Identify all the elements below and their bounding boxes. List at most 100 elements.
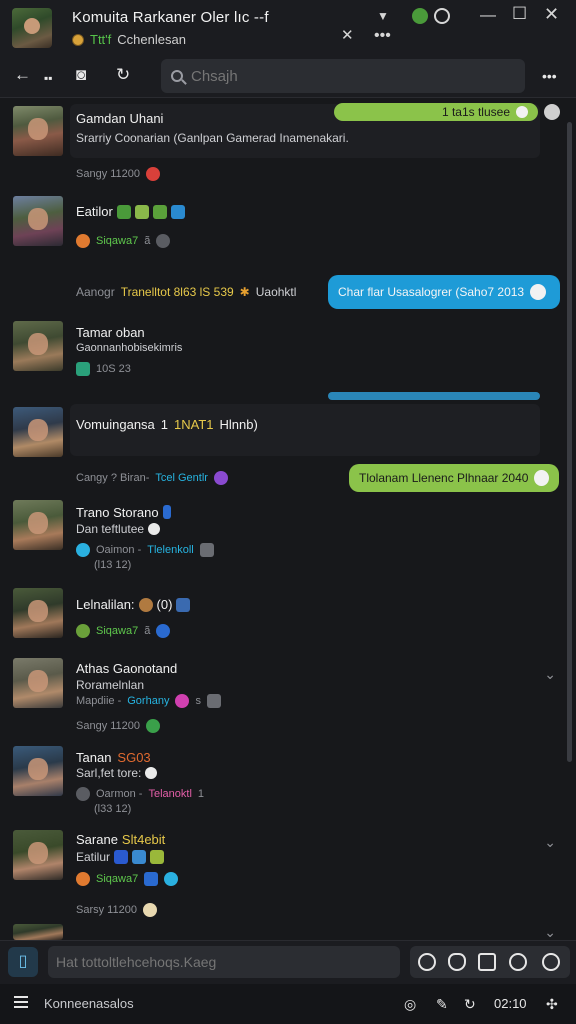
reply-bubble[interactable]: Tlolanam Llenenc Plhnaar 2040 [349, 464, 559, 492]
message-text-row: Dan teftlutee [76, 522, 161, 536]
message-sub: (l33 12) [94, 803, 132, 815]
settings-icon[interactable]: ◎ [404, 996, 416, 1013]
chevron-down-icon[interactable]: ⌄ [544, 666, 556, 683]
reaction-icon[interactable] [164, 872, 179, 886]
clock-icon[interactable] [434, 8, 450, 24]
coin-icon [72, 33, 84, 46]
back-icon[interactable]: ← [14, 66, 31, 84]
smile-icon [145, 767, 158, 779]
attach-icon[interactable]: ▯ [8, 947, 38, 977]
reaction-icon[interactable] [156, 624, 171, 638]
globe-icon [76, 787, 90, 801]
reply-bubble[interactable]: 1 ta1s tlusee [334, 103, 538, 121]
more-icon[interactable]: ••• [374, 28, 391, 44]
title-subrow: Ttt'f Cchenlesan [72, 32, 186, 47]
reaction-icon[interactable] [146, 719, 161, 733]
bubble-text: Tlolanam Llenenc Plhnaar 2040 [359, 471, 529, 485]
close-icon[interactable]: ✕ [341, 28, 354, 44]
message-input[interactable] [56, 946, 400, 978]
overflow-menu-icon[interactable]: ••• [542, 67, 557, 85]
image-icon[interactable] [478, 953, 496, 971]
refresh-icon[interactable]: ↻ [116, 66, 130, 84]
flag-icon [162, 505, 171, 519]
emoji-icon [114, 850, 129, 864]
record-icon[interactable] [509, 953, 527, 971]
status-label: Konneenasalos [44, 996, 134, 1011]
read-status-icon [544, 104, 560, 120]
reply-bubble[interactable]: Char flar Usasalogrer (Saho7 2013 [328, 275, 560, 309]
group-avatar[interactable] [12, 8, 52, 48]
message-meta: Oarmon - Telanoktl 1 [76, 787, 204, 801]
meta-text: Mapdiie - [76, 695, 122, 707]
search-icon [171, 70, 183, 82]
search-box[interactable] [161, 59, 525, 93]
message-meta: 10S 23 [76, 362, 131, 376]
composer: ▯ [0, 940, 576, 984]
search-input[interactable] [191, 67, 491, 85]
message-meta: Siqawa7 ã [76, 624, 171, 638]
attachment-icon[interactable] [206, 694, 221, 708]
pen-icon[interactable]: ✎ [436, 996, 448, 1013]
avatar[interactable] [13, 321, 63, 371]
meta-tag: Tlelenkoll [147, 544, 194, 556]
scrollbar[interactable] [567, 122, 572, 762]
chevron-down-icon[interactable]: ▼ [377, 8, 389, 24]
message-author: Gamdan Uhani [76, 111, 164, 126]
meta-text: Oarmon - [96, 788, 143, 800]
chevron-down-icon[interactable]: ⌄ [544, 834, 556, 851]
author-tag: Slt4ebit [121, 832, 166, 847]
reaction-icon[interactable] [146, 167, 161, 181]
message-author-row: Sarane Slt4ebit [76, 832, 165, 847]
meta-tag: Gorhany [127, 695, 170, 707]
avatar[interactable] [13, 196, 63, 246]
avatar[interactable] [13, 588, 63, 638]
avatar[interactable] [13, 106, 63, 156]
message-text-row: Sarl,fet tore: [76, 766, 158, 780]
close-window-icon[interactable]: ✕ [544, 5, 559, 23]
minimize-icon[interactable]: — [480, 8, 496, 24]
reaction-icon[interactable] [142, 903, 157, 917]
chat-area[interactable]: Gamdan Uhani Srarriy Coonarian (Ganlpan … [0, 98, 576, 940]
avatar[interactable] [13, 830, 63, 880]
avatar[interactable] [13, 407, 63, 457]
expand-icon[interactable]: ✣ [546, 996, 558, 1013]
smile-icon [148, 523, 161, 535]
reaction-icon[interactable] [156, 234, 171, 248]
message-timestamp: Sarsy 11200 [76, 904, 137, 916]
avatar[interactable] [13, 500, 63, 550]
globe-icon [76, 543, 90, 557]
sync-icon[interactable]: ↻ [464, 996, 476, 1013]
maximize-icon[interactable]: ☐ [512, 5, 527, 22]
avatar[interactable] [13, 746, 63, 796]
badge-icon [213, 471, 228, 485]
emoji-icon [170, 204, 185, 219]
author-tail: (0) [156, 597, 173, 612]
meta-extra: s [195, 695, 201, 707]
system-tail: Uaohktl [255, 285, 297, 299]
send-icon[interactable] [542, 953, 560, 971]
tool-more-icon[interactable]: ▪▪ [44, 69, 53, 87]
camera-icon[interactable]: ◙ [76, 66, 86, 84]
bubble-text: Char flar Usasalogrer (Saho7 2013 [338, 285, 525, 299]
message-field[interactable] [48, 946, 400, 978]
avatar[interactable] [13, 658, 63, 708]
status-icon[interactable] [412, 8, 428, 24]
system-highlight: Tcel Gentlr [155, 472, 208, 484]
author-tag: 1NAT1 [174, 417, 214, 432]
message-text: Gaonnanhobisekimris [76, 342, 183, 354]
meta-extra: 1 [197, 788, 205, 800]
author-tail: 1 [160, 417, 169, 432]
bubble-check-icon [530, 284, 547, 300]
attachment-icon[interactable] [199, 543, 214, 557]
bubble-check-icon [516, 106, 528, 118]
meta-extra: ã [144, 625, 151, 637]
bubble-check-icon [534, 470, 549, 486]
badge-icon [175, 694, 190, 708]
avatar[interactable] [13, 924, 63, 940]
mic-icon[interactable] [448, 953, 466, 971]
meta-tag: Siqawa7 [96, 873, 139, 885]
play-icon[interactable] [418, 953, 436, 971]
attachment-icon[interactable] [144, 872, 159, 886]
chevron-down-icon[interactable]: ⌄ [544, 924, 556, 940]
menu-icon[interactable] [14, 996, 28, 1008]
